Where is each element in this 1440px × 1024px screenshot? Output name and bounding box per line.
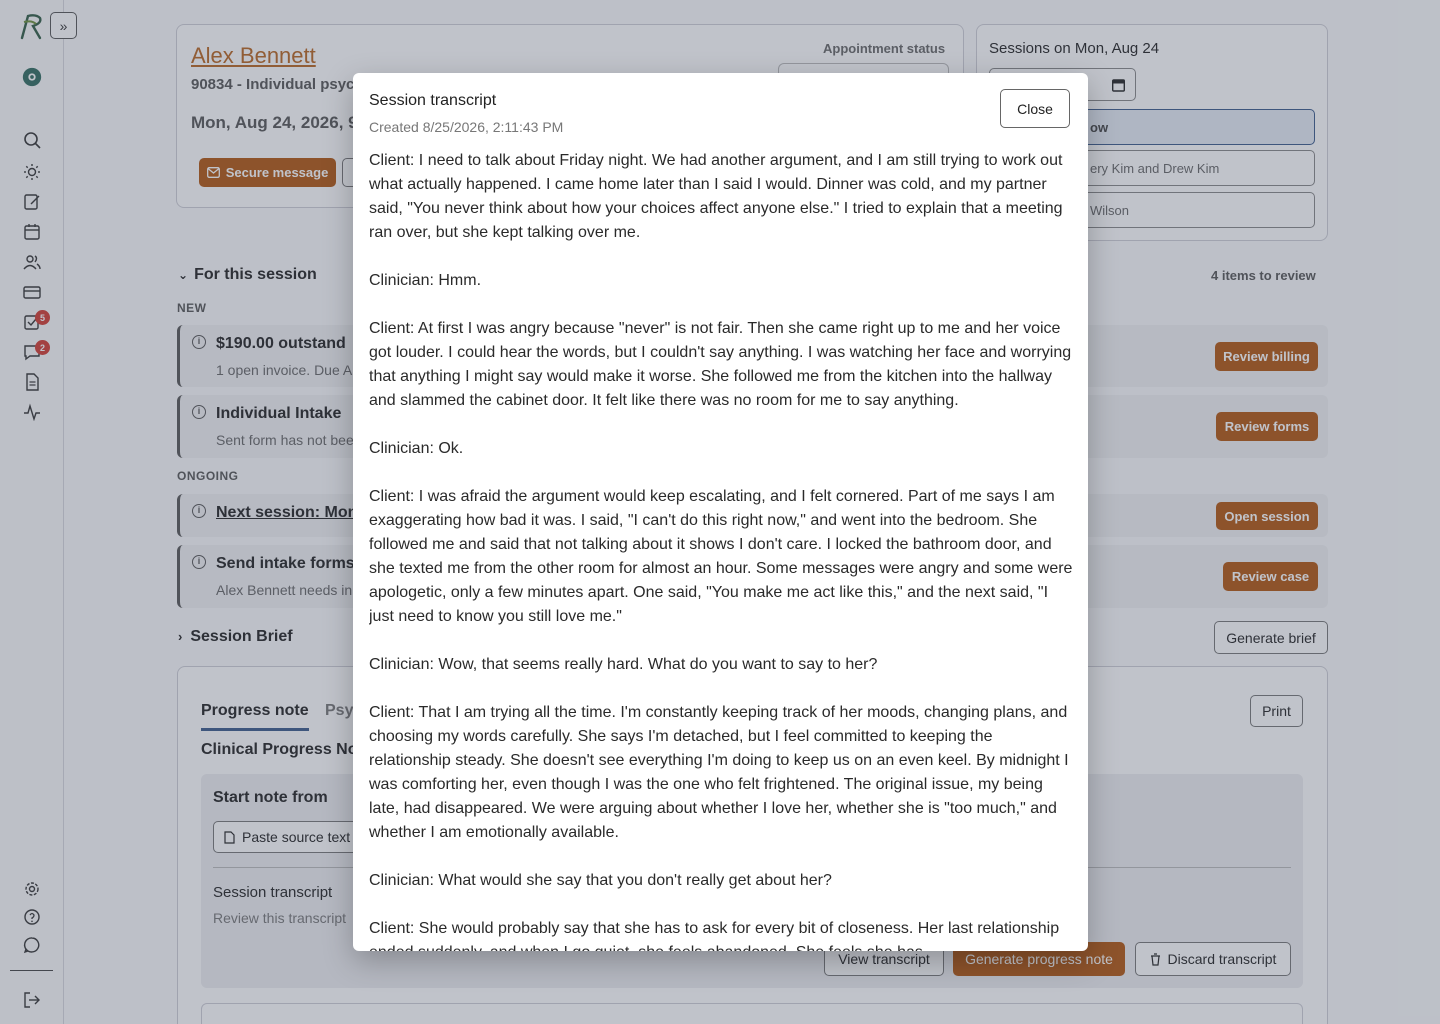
transcript-paragraph: Clinician: What would she say that you d…	[369, 872, 832, 889]
transcript-paragraph: Client: I was afraid the argument would …	[369, 488, 1073, 625]
transcript-paragraph: Clinician: Hmm.	[369, 272, 482, 289]
transcript-body[interactable]: Client: I need to talk about Friday nigh…	[369, 149, 1075, 951]
transcript-paragraph: Clinician: Wow, that seems really hard. …	[369, 656, 878, 673]
transcript-paragraph: Client: At first I was angry because "ne…	[369, 320, 1072, 409]
transcript-paragraph: Clinician: Ok.	[369, 440, 464, 457]
transcript-paragraph: Client: She would probably say that she …	[369, 920, 1060, 951]
modal-created-timestamp: Created 8/25/2026, 2:11:43 PM	[369, 119, 564, 135]
transcript-paragraph: Client: I need to talk about Friday nigh…	[369, 152, 1063, 241]
modal-title: Session transcript	[369, 92, 497, 109]
session-transcript-modal: Session transcript Created 8/25/2026, 2:…	[353, 73, 1088, 951]
close-modal-button[interactable]: Close	[1000, 89, 1070, 128]
transcript-paragraph: Client: That I am trying all the time. I…	[369, 704, 1069, 841]
